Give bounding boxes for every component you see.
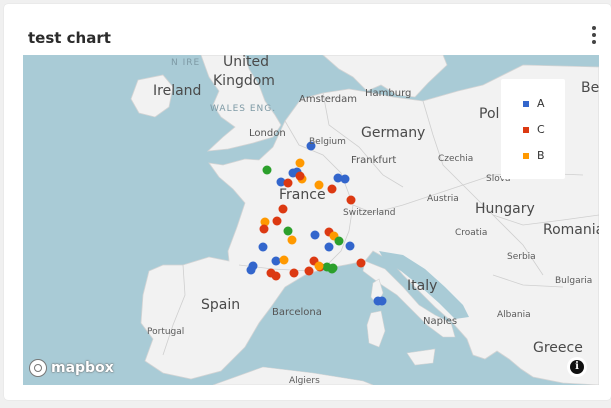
chart-title: test chart — [28, 29, 111, 47]
map-label-romania: Romania — [543, 222, 599, 238]
map-point[interactable] — [314, 261, 324, 271]
map-label-italy: Italy — [407, 278, 438, 294]
map-label-algiers: Algiers — [289, 376, 320, 386]
map-label-albania: Albania — [497, 310, 531, 320]
map-point[interactable] — [271, 256, 281, 266]
map-label-n-ire: N IRE — [171, 58, 201, 68]
map-point[interactable] — [271, 271, 281, 281]
map-label-kingdom: Kingdom — [213, 73, 275, 89]
legend-item-b[interactable]: B — [523, 149, 545, 162]
mapbox-logo-icon — [29, 359, 47, 377]
map-point[interactable] — [328, 263, 338, 273]
map-point[interactable] — [340, 174, 350, 184]
mapbox-logo-text: mapbox — [51, 360, 114, 376]
map-label-france: France — [279, 187, 326, 203]
map-label-bulgaria: Bulgaria — [555, 276, 593, 286]
map-label-amsterdam: Amsterdam — [299, 94, 358, 105]
map-label-austria: Austria — [427, 194, 459, 204]
map-point[interactable] — [327, 184, 337, 194]
legend-swatch-b — [523, 153, 529, 159]
map-point[interactable] — [324, 242, 334, 252]
map-point[interactable] — [334, 236, 344, 246]
map-point[interactable] — [295, 158, 305, 168]
legend-swatch-c — [523, 127, 529, 133]
map-point[interactable] — [258, 242, 268, 252]
legend-item-a[interactable]: A — [523, 97, 545, 110]
map-label-barcelona: Barcelona — [272, 307, 322, 318]
map-label-hamburg: Hamburg — [365, 88, 412, 99]
more-options-icon[interactable] — [589, 26, 599, 48]
map-label-spain: Spain — [201, 297, 241, 313]
map-point[interactable] — [287, 235, 297, 245]
map-point[interactable] — [272, 216, 282, 226]
legend-item-c[interactable]: C — [523, 123, 545, 136]
map-point[interactable] — [377, 296, 387, 306]
map-label-serbia: Serbia — [507, 252, 536, 262]
map-label-wales-eng: WALES ENG. — [210, 104, 277, 114]
map-label-hungary: Hungary — [475, 201, 535, 217]
map-point[interactable] — [295, 171, 305, 181]
map-point[interactable] — [304, 266, 314, 276]
map-label-switzerland: Switzerland — [343, 208, 396, 218]
map-point[interactable] — [278, 204, 288, 214]
map-label-frankfurt: Frankfurt — [351, 155, 397, 166]
map-label-germany: Germany — [361, 125, 426, 141]
legend-swatch-a — [523, 101, 529, 107]
map-label-greece: Greece — [533, 340, 583, 356]
map-label-be: Be — [581, 80, 599, 96]
map-point[interactable] — [259, 224, 269, 234]
map-label-london: London — [249, 128, 286, 139]
map-point[interactable] — [246, 265, 256, 275]
info-icon[interactable]: i — [567, 357, 587, 377]
map-point[interactable] — [310, 230, 320, 240]
map-point[interactable] — [283, 226, 293, 236]
map-point[interactable] — [345, 241, 355, 251]
map-label-croatia: Croatia — [455, 228, 488, 238]
mapbox-logo[interactable]: mapbox — [29, 358, 114, 378]
map-label-naples: Naples — [423, 316, 458, 327]
map-label-portugal: Portugal — [147, 327, 185, 337]
map-view[interactable]: N IRE United Kingdom Ireland WALES ENG. … — [23, 55, 599, 385]
map-label-pol: Pol — [479, 106, 500, 122]
map-label-ireland: Ireland — [153, 83, 202, 99]
map-label-united: United — [223, 55, 269, 70]
map-point[interactable] — [289, 268, 299, 278]
map-point[interactable] — [279, 255, 289, 265]
legend: A C B — [501, 79, 565, 179]
map-label-belgium: Belgium — [309, 137, 346, 147]
map-label-czechia: Czechia — [438, 154, 474, 164]
map-point[interactable] — [262, 165, 272, 175]
map-point[interactable] — [356, 258, 366, 268]
map-point[interactable] — [346, 195, 356, 205]
